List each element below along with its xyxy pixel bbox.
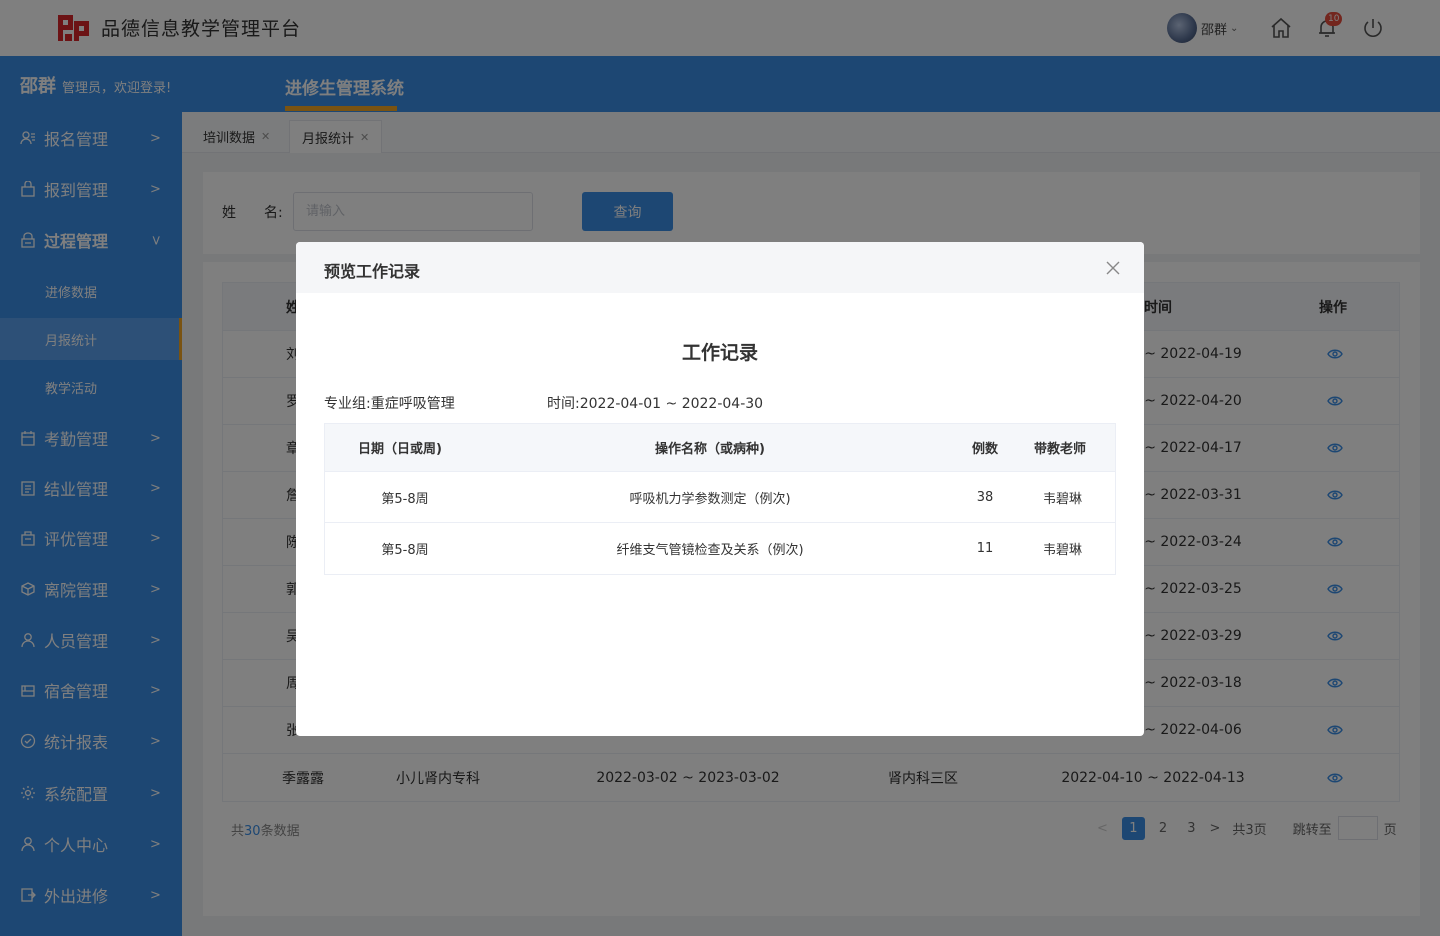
work-record-table: 日期（日或周) 操作名称（或病种) 例数 带教老师 第5-8周 呼吸机力学参数测… [324, 423, 1116, 575]
dialog-title: 预览工作记录 [324, 262, 421, 281]
work-record-dialog: 预览工作记录 工作记录 专业组:重症呼吸管理 时间:2022-04-01 ~ 2… [296, 242, 1144, 736]
column-header-teacher: 带教老师 [1033, 442, 1086, 457]
column-header-count: 例数 [971, 442, 998, 457]
record-row: 第5-8周 纤维支气管镜检查及关系（例次) 11 韦碧琳 [381, 541, 1082, 558]
column-header-operation: 操作名称（或病种) [655, 442, 765, 457]
column-header-date: 日期（日或周) [358, 442, 442, 457]
record-row: 第5-8周 呼吸机力学参数测定（例次) 38 韦碧琳 [325, 472, 1115, 523]
document-title: 工作记录 [681, 342, 758, 364]
record-period: 时间:2022-04-01 ~ 2022-04-30 [547, 396, 764, 412]
dialog-header: 预览工作记录 [296, 242, 1144, 293]
professional-group: 专业组:重症呼吸管理 [324, 396, 455, 412]
record-table-header: 日期（日或周) 操作名称（或病种) 例数 带教老师 [325, 424, 1115, 472]
close-icon[interactable] [1106, 261, 1120, 275]
